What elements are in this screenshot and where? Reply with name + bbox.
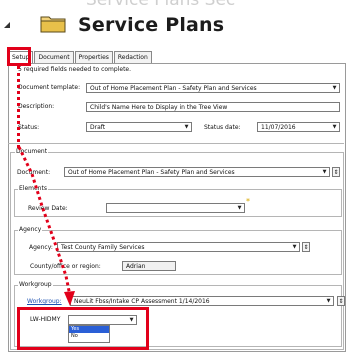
chevron-down-icon[interactable]: ▼	[321, 169, 328, 175]
document-template-value: Out of Home Placement Plan - Safety Plan…	[90, 85, 257, 92]
collapse-triangle-icon[interactable]	[4, 22, 10, 28]
description-input[interactable]: Child's Name Here to Display in the Tree…	[86, 102, 340, 112]
agency-select[interactable]: Test County Family Services ▼	[57, 242, 300, 252]
stepper-icon[interactable]: ⇕	[337, 296, 345, 306]
chevron-down-icon[interactable]: ▼	[331, 124, 338, 130]
status-value: Draft	[90, 124, 106, 131]
description-value: Child's Name Here to Display in the Tree…	[90, 104, 228, 111]
status-date-value: 11/07/2016	[261, 124, 296, 131]
description-label: Description:	[18, 103, 55, 110]
chevron-down-icon[interactable]: ▼	[236, 205, 243, 211]
page-title: Service Plans	[78, 14, 225, 36]
tab-properties[interactable]: Properties	[74, 51, 113, 63]
stepper-icon[interactable]: ⇕	[302, 242, 310, 252]
workgroup-value: NeuLit Fbss/Intake CP Assessment 1/14/20…	[74, 298, 210, 305]
status-date-input[interactable]: 11/07/2016 ▼	[257, 122, 340, 132]
county-value: Adrian	[126, 263, 146, 270]
separator	[8, 143, 344, 144]
tab-document[interactable]: Document	[34, 51, 74, 63]
county-field: Adrian	[122, 261, 176, 271]
document-template-select[interactable]: Out of Home Placement Plan - Safety Plan…	[86, 83, 340, 93]
chevron-down-icon[interactable]: ▼	[331, 85, 338, 91]
workgroup-select[interactable]: NeuLit Fbss/Intake CP Assessment 1/14/20…	[70, 296, 334, 306]
chevron-down-icon[interactable]: ▼	[291, 244, 298, 250]
tab-redaction[interactable]: Redaction	[113, 51, 152, 63]
annotation-arrow-line	[17, 66, 20, 148]
document-value: Out of Home Placement Plan - Safety Plan…	[68, 169, 235, 176]
chevron-down-icon[interactable]: ▼	[183, 124, 190, 130]
annotation-arrow	[18, 146, 75, 306]
highlight-setup-tab	[7, 47, 31, 66]
stepper-icon[interactable]: ⇕	[332, 167, 340, 177]
status-select[interactable]: Draft ▼	[86, 122, 192, 132]
status-label: Status:	[18, 124, 40, 131]
document-template-label: Document template:	[18, 84, 81, 91]
document-select[interactable]: Out of Home Placement Plan - Safety Plan…	[64, 167, 330, 177]
status-date-label: Status date:	[204, 124, 241, 131]
ghost-title: Service Plans Sec	[86, 0, 236, 10]
folder-icon	[40, 16, 66, 33]
required-note: 5 required fields needed to complete.	[18, 66, 132, 73]
chevron-down-icon[interactable]: ▼	[325, 298, 332, 304]
review-date-input[interactable]: ▼	[106, 203, 245, 213]
highlight-lw-hidmy	[17, 307, 149, 350]
required-star-icon: *	[246, 197, 250, 206]
